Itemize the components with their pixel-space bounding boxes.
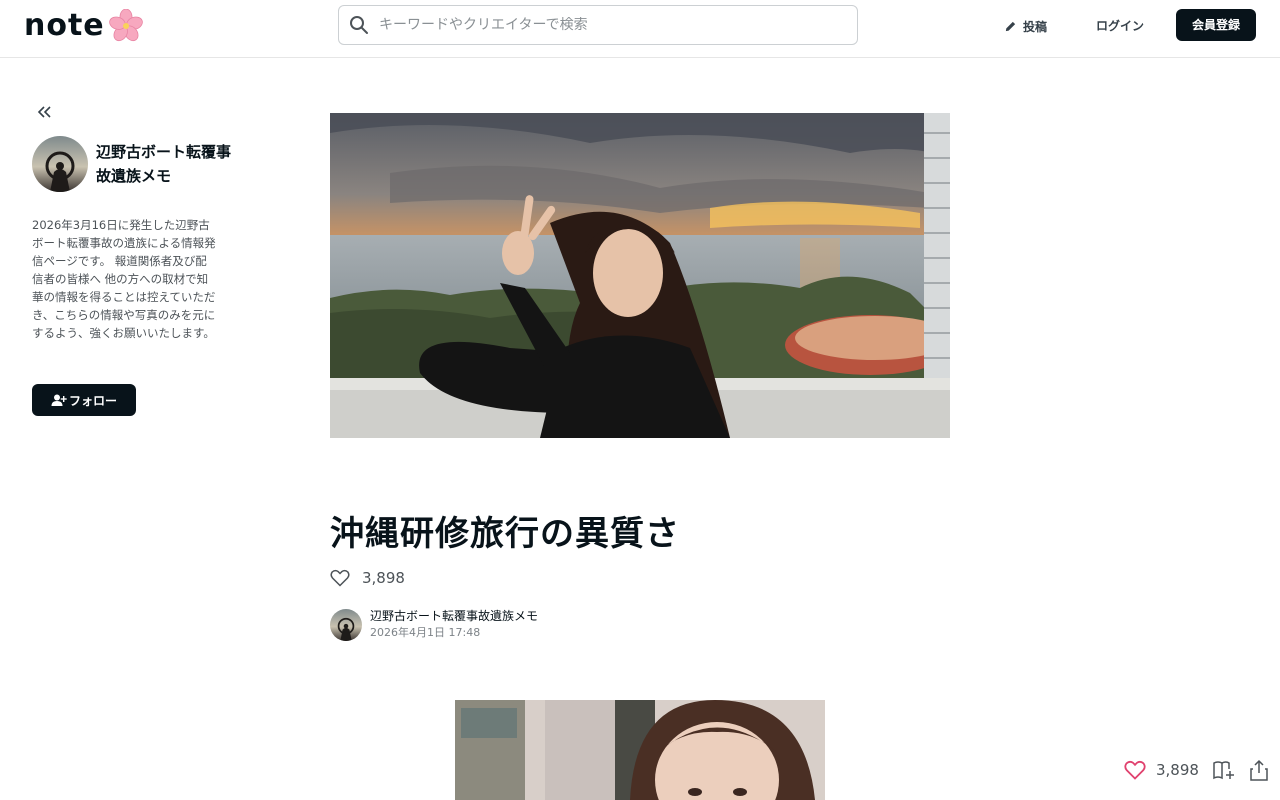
post-label: 投稿 bbox=[1023, 19, 1048, 34]
add-user-icon bbox=[51, 394, 67, 406]
article-likes: 3,898 bbox=[330, 566, 405, 590]
creator-bio: 2026年3月16日に発生した辺野古ボート転覆事故の遺族による情報発信ページです… bbox=[32, 218, 216, 340]
follow-button[interactable]: フォロー bbox=[32, 384, 136, 416]
site-header: note 投稿 ログイン 会員登録 bbox=[0, 0, 1280, 58]
floating-action-bar: 3,898 bbox=[1124, 756, 1269, 784]
collapse-chevrons-icon[interactable] bbox=[36, 104, 52, 120]
author-avatar[interactable] bbox=[330, 609, 362, 641]
publish-date: 2026年4月1日 17:48 bbox=[370, 626, 481, 639]
post-button[interactable]: 投稿 bbox=[1004, 16, 1047, 36]
logo-text: note bbox=[24, 8, 105, 43]
article-title: 沖縄研修旅行の異質さ bbox=[330, 514, 680, 554]
author-meta: 辺野古ボート転覆事故遺族メモ 2026年4月1日 17:48 bbox=[370, 608, 538, 642]
signup-button[interactable]: 会員登録 bbox=[1176, 9, 1256, 41]
magazine-add-icon[interactable] bbox=[1213, 760, 1235, 780]
article-author[interactable]: 辺野古ボート転覆事故遺族メモ 2026年4月1日 17:48 bbox=[330, 608, 538, 642]
pen-icon bbox=[1005, 21, 1016, 31]
follow-label: フォロー bbox=[68, 393, 117, 408]
search-box[interactable] bbox=[338, 5, 858, 45]
note-logo[interactable]: note bbox=[24, 8, 143, 44]
search-icon bbox=[350, 16, 368, 34]
avatar-image bbox=[32, 136, 88, 192]
like-count: 3,898 bbox=[362, 569, 405, 587]
author-name[interactable]: 辺野古ボート転覆事故遺族メモ bbox=[370, 608, 538, 624]
float-like-count: 3,898 bbox=[1156, 761, 1199, 779]
share-icon[interactable] bbox=[1249, 759, 1269, 781]
creator-name[interactable]: 辺野古ボート転覆事故遺族メモ bbox=[96, 140, 236, 188]
heart-icon[interactable] bbox=[1124, 760, 1146, 780]
heart-icon[interactable] bbox=[330, 569, 350, 587]
search-input[interactable] bbox=[379, 17, 819, 33]
note-flower-icon bbox=[108, 9, 143, 42]
article-hero-image bbox=[330, 113, 950, 438]
article-body-image bbox=[455, 700, 825, 800]
creator-avatar[interactable] bbox=[32, 136, 88, 192]
login-button[interactable]: ログイン bbox=[1096, 16, 1144, 36]
